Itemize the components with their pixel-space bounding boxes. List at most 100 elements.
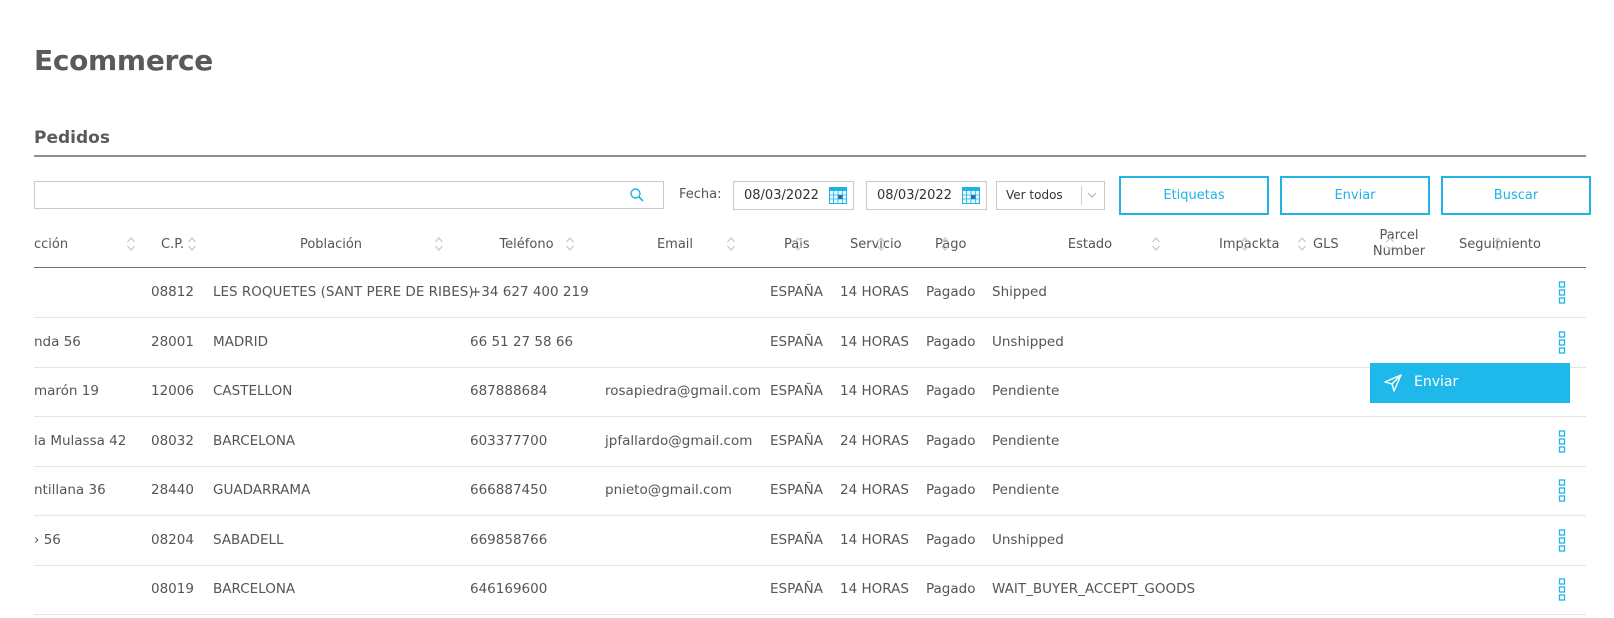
cell-email: jpfallardo@gmail.com [605, 432, 753, 449]
cell-telefono: +34 627 400 219 [470, 284, 589, 300]
cell-cp: 08032 [151, 432, 194, 449]
table-row: marón 19 12006 CASTELLON 687888684 rosap… [34, 367, 1586, 417]
cell-pais: ESPAÑA [770, 482, 823, 498]
cell-servicio: 14 HORAS [840, 333, 909, 350]
sort-icon[interactable] [126, 236, 136, 252]
cell-servicio: 14 HORAS [840, 581, 909, 597]
sort-icon[interactable] [187, 236, 197, 252]
search-input[interactable] [41, 185, 625, 207]
column-header-number[interactable]: Number [1373, 243, 1425, 259]
cell-direccion: la Mulassa 42 [34, 432, 127, 449]
cell-direccion: ntillana 36 [34, 482, 106, 498]
column-header-gls[interactable]: GLS [1313, 222, 1341, 267]
cell-servicio: 14 HORAS [840, 383, 909, 399]
cell-pais: ESPAÑA [770, 432, 823, 449]
etiquetas-button[interactable]: Etiquetas [1119, 176, 1269, 215]
sort-icon[interactable] [1151, 236, 1161, 252]
enviar-menu-item[interactable]: Enviar [1370, 363, 1570, 403]
sort-icon[interactable] [940, 236, 950, 252]
cell-servicio: 24 HORAS [840, 432, 909, 449]
kebab-menu-icon[interactable] [1557, 578, 1567, 601]
kebab-menu-icon[interactable] [1557, 429, 1567, 453]
cell-pais: ESPAÑA [770, 333, 823, 350]
search-icon[interactable] [629, 187, 645, 203]
cell-poblacion: BARCELONA [213, 581, 296, 597]
buscar-button[interactable]: Buscar [1441, 176, 1591, 215]
cell-pago: Pagado [926, 581, 976, 597]
send-icon [1384, 374, 1402, 392]
cell-servicio: 24 HORAS [840, 482, 909, 498]
calendar-icon[interactable] [829, 187, 847, 204]
cell-telefono: 603377700 [470, 432, 548, 449]
enviar-menu-label: Enviar [1414, 374, 1459, 390]
kebab-menu-icon[interactable] [1557, 281, 1567, 304]
chevron-down-icon[interactable] [1086, 189, 1098, 201]
sort-icon[interactable] [876, 236, 886, 252]
sort-icon[interactable] [565, 236, 575, 252]
table-row: 08019 BARCELONA 646169600 ESPAÑA 14 HORA… [34, 565, 1586, 615]
sort-icon[interactable] [1297, 236, 1307, 252]
kebab-menu-icon[interactable] [1557, 528, 1567, 552]
section-title: Pedidos [34, 128, 110, 148]
sort-icon[interactable] [793, 236, 803, 252]
date-to-field[interactable]: 08/03/2022 [866, 181, 987, 210]
cell-cp: 12006 [151, 383, 194, 399]
section-divider [34, 155, 1586, 157]
cell-poblacion: SABADELL [213, 531, 284, 548]
column-header-direccion[interactable]: cción [34, 222, 124, 267]
cell-estado: Unshipped [992, 531, 1064, 548]
cell-cp: 08019 [151, 581, 194, 597]
sort-icon[interactable] [1240, 236, 1250, 252]
cell-pais: ESPAÑA [770, 581, 823, 597]
cell-pago: Pagado [926, 383, 976, 399]
cell-estado: Shipped [992, 284, 1047, 300]
cell-poblacion: LES ROQUETES (SANT PERE DE RIBES) [213, 284, 474, 300]
cell-pago: Pagado [926, 432, 976, 449]
sort-icon[interactable] [1385, 236, 1395, 252]
kebab-menu-icon[interactable] [1557, 330, 1567, 354]
date-from-value: 08/03/2022 [744, 188, 819, 203]
cell-poblacion: BARCELONA [213, 432, 296, 449]
cell-estado: Unshipped [992, 333, 1064, 350]
table-body: 08812 LES ROQUETES (SANT PERE DE RIBES) … [34, 268, 1586, 618]
cell-estado: Pendiente [992, 482, 1060, 498]
status-filter-value: Ver todos [1006, 188, 1063, 202]
cell-pais: ESPAÑA [770, 531, 823, 548]
cell-servicio: 14 HORAS [840, 284, 909, 300]
cell-pago: Pagado [926, 284, 976, 300]
enviar-button[interactable]: Enviar [1280, 176, 1430, 215]
fecha-label: Fecha: [679, 187, 722, 202]
cell-poblacion: GUADARRAMA [213, 482, 311, 498]
cell-servicio: 14 HORAS [840, 531, 909, 548]
cell-poblacion: CASTELLON [213, 383, 293, 399]
table-header: cción C.P. Población Teléfono Email Pais… [0, 222, 1586, 267]
sort-icon[interactable] [726, 236, 736, 252]
cell-telefono: 666887450 [470, 482, 548, 498]
cell-email: rosapiedra@gmail.com [605, 383, 761, 399]
cell-cp: 08204 [151, 531, 194, 548]
cell-estado: WAIT_BUYER_ACCEPT_GOODS [992, 581, 1196, 597]
date-to-value: 08/03/2022 [877, 188, 952, 203]
page-title: Ecommerce [34, 44, 213, 77]
cell-pago: Pagado [926, 531, 976, 548]
cell-cp: 08812 [151, 284, 194, 300]
date-from-field[interactable]: 08/03/2022 [733, 181, 854, 210]
cell-poblacion: MADRID [213, 333, 269, 350]
kebab-menu-icon[interactable] [1557, 479, 1567, 502]
cell-pago: Pagado [926, 482, 976, 498]
cell-estado: Pendiente [992, 383, 1060, 399]
sort-icon[interactable] [434, 236, 444, 252]
cell-telefono: 646169600 [470, 581, 548, 597]
cell-direccion: nda 56 [34, 333, 81, 350]
column-header-poblacion[interactable]: Población [213, 222, 449, 267]
cell-email: pnieto@gmail.com [605, 482, 732, 498]
column-header-impackta[interactable]: Impackta [1219, 222, 1281, 267]
table-row: ntillana 36 28440 GUADARRAMA 666887450 p… [34, 466, 1586, 516]
calendar-icon[interactable] [962, 187, 980, 204]
sort-icon[interactable] [1493, 236, 1503, 252]
status-filter-select[interactable]: Ver todos [996, 181, 1105, 210]
cell-direccion: marón 19 [34, 383, 99, 399]
table-row: la Mulassa 42 08032 BARCELONA 603377700 … [34, 417, 1586, 467]
search-field[interactable] [34, 181, 664, 209]
cell-pais: ESPAÑA [770, 383, 823, 399]
